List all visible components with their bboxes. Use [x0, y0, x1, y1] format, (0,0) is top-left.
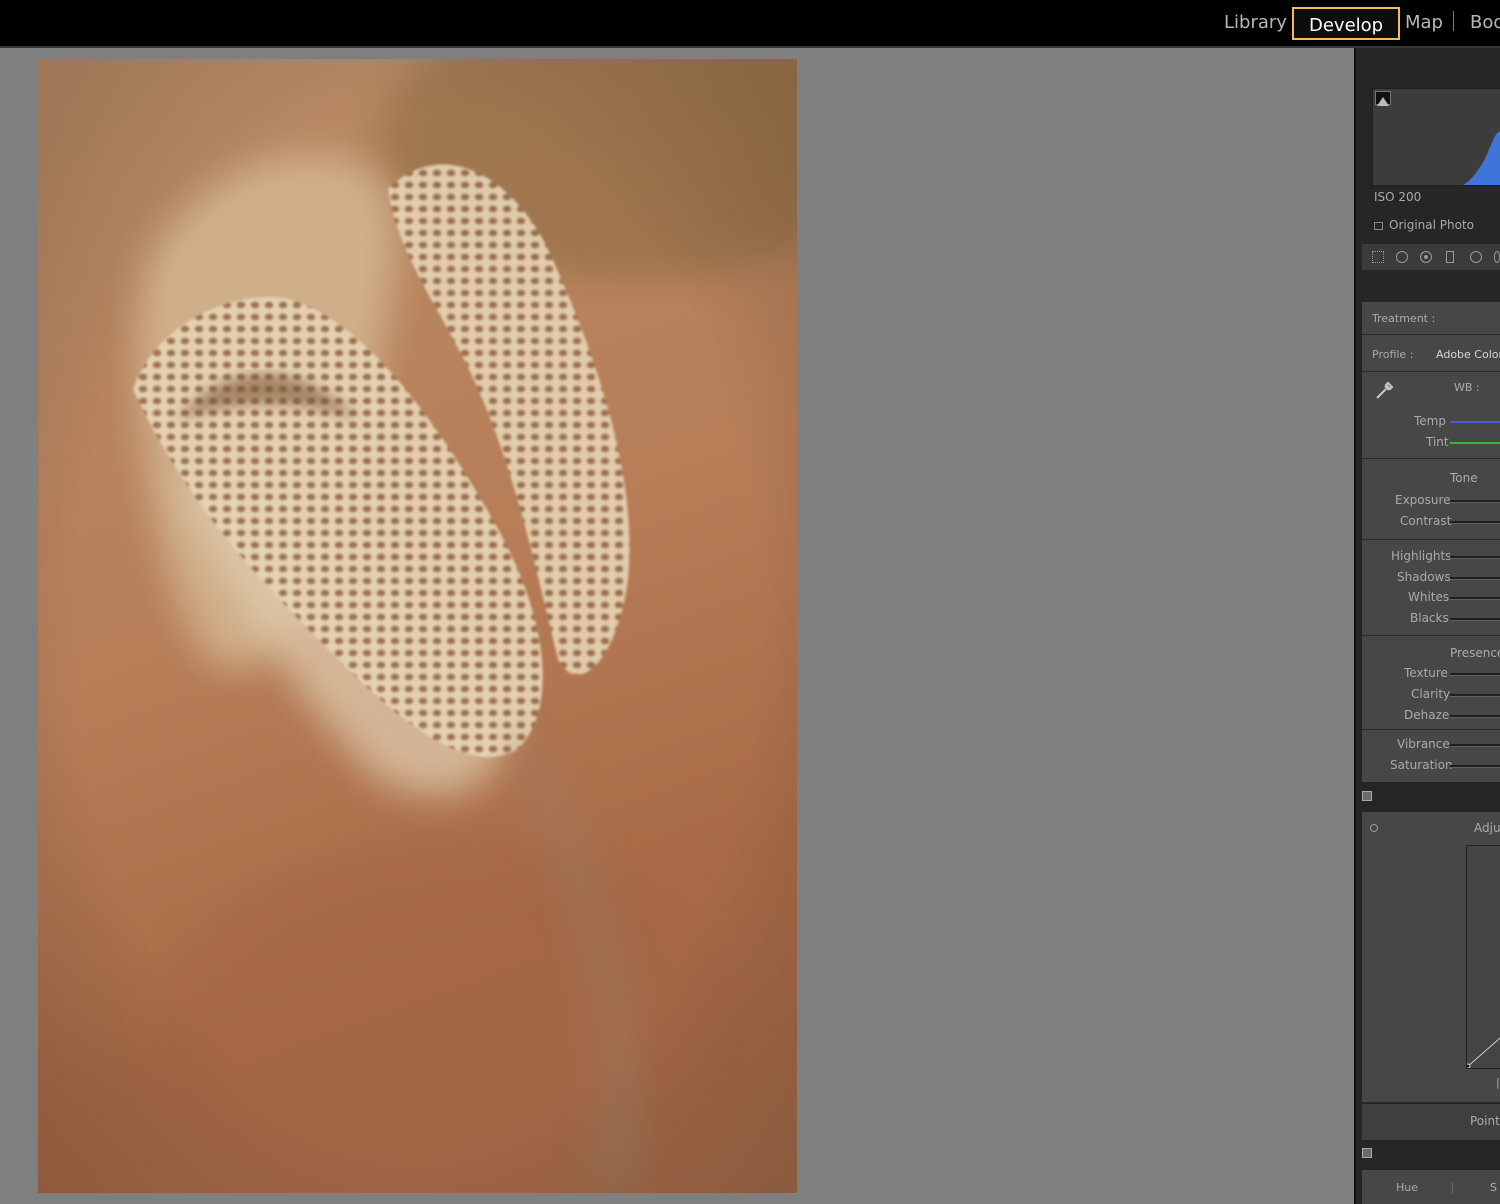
vibrance-label: Vibrance [1397, 737, 1450, 751]
temp-label: Temp [1414, 414, 1446, 428]
shadows-slider[interactable] [1450, 577, 1500, 580]
module-separator [1453, 11, 1454, 31]
vibrance-slider[interactable] [1450, 744, 1500, 747]
divider [1362, 334, 1500, 335]
clarity-slider[interactable] [1450, 694, 1500, 697]
profile-label: Profile : [1372, 348, 1414, 361]
tab-separator [1452, 1182, 1453, 1194]
texture-slider[interactable] [1450, 673, 1500, 676]
divider [1362, 458, 1500, 459]
spot-removal-icon[interactable] [1396, 251, 1408, 263]
tab-saturation[interactable]: S [1490, 1181, 1497, 1194]
iso-readout: ISO 200 [1374, 190, 1422, 204]
blacks-label: Blacks [1410, 611, 1449, 625]
exposure-slider[interactable] [1450, 500, 1500, 503]
divider [1362, 1102, 1500, 1103]
panel-switch-icon[interactable] [1362, 1148, 1372, 1158]
red-eye-icon[interactable] [1420, 251, 1432, 263]
presence-header: Presence [1450, 646, 1500, 660]
exposure-label: Exposure [1395, 493, 1451, 507]
tint-label: Tint [1426, 435, 1449, 449]
checkbox-icon [1374, 221, 1383, 230]
treatment-label: Treatment : [1372, 312, 1436, 325]
tone-curve-graph[interactable] [1465, 845, 1500, 1069]
saturation-slider[interactable] [1450, 765, 1500, 768]
divider [1362, 635, 1500, 636]
module-develop[interactable]: Develop [1292, 7, 1401, 40]
graduated-filter-icon[interactable] [1446, 251, 1454, 263]
tone-curve-line [1465, 1037, 1500, 1069]
temp-slider[interactable] [1450, 421, 1500, 423]
brush-tool-icon[interactable] [1494, 251, 1500, 263]
whites-slider[interactable] [1450, 597, 1500, 600]
original-photo-label: Original Photo [1389, 218, 1475, 232]
profile-value[interactable]: Adobe Color [1436, 348, 1500, 361]
crop-tool-icon[interactable] [1372, 251, 1384, 263]
point-curve-label[interactable]: Point [1470, 1114, 1500, 1128]
original-photo-checkbox[interactable]: Original Photo [1374, 218, 1474, 232]
radial-filter-icon[interactable] [1470, 251, 1482, 263]
divider [1362, 539, 1500, 540]
histogram[interactable] [1372, 88, 1500, 186]
develop-right-panel: ISO 200 Original Photo Treatment : Profi… [1354, 48, 1500, 1204]
histogram-graph [1463, 131, 1500, 185]
dehaze-slider[interactable] [1450, 715, 1500, 718]
texture-label: Texture [1404, 666, 1448, 680]
wb-label: WB : [1454, 381, 1480, 394]
tab-hue[interactable]: Hue [1396, 1181, 1418, 1194]
dehaze-label: Dehaze [1404, 708, 1450, 722]
module-book[interactable]: Boo [1470, 0, 1500, 46]
module-map[interactable]: Map [1405, 0, 1443, 46]
module-library[interactable]: Library [1224, 0, 1287, 46]
module-picker: Library Develop Map Boo [0, 0, 1500, 48]
highlights-label: Highlights [1391, 549, 1452, 563]
target-adjust-icon[interactable] [1370, 824, 1378, 832]
clarity-label: Clarity [1411, 687, 1451, 701]
saturation-label: Saturation [1390, 758, 1453, 772]
tint-slider[interactable] [1450, 442, 1500, 444]
divider [1362, 371, 1500, 372]
divider [1362, 729, 1500, 730]
contrast-label: Contrast [1400, 514, 1452, 528]
hsl-panel [1362, 1170, 1500, 1204]
tone-curve-header: Adjus [1474, 821, 1500, 835]
white-balance-eyedropper-icon[interactable] [1374, 379, 1396, 401]
highlights-slider[interactable] [1450, 556, 1500, 559]
contrast-slider[interactable] [1450, 521, 1500, 524]
blacks-slider[interactable] [1450, 618, 1500, 621]
curve-region-marker: | [1496, 1076, 1500, 1089]
photo-preview[interactable] [38, 59, 797, 1193]
shadows-label: Shadows [1397, 570, 1451, 584]
photo-subject [38, 59, 797, 1193]
panel-switch-icon[interactable] [1362, 791, 1372, 801]
tone-header: Tone [1450, 471, 1478, 485]
whites-label: Whites [1408, 590, 1450, 604]
